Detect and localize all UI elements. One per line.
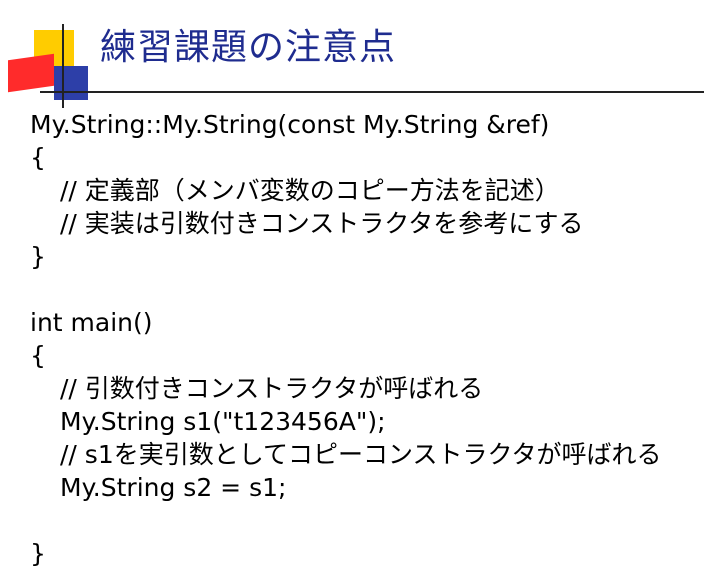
code-line: } <box>30 242 46 271</box>
code-comment: // 実装は引数付きコンストラクタを参考にする <box>60 209 584 238</box>
code-comment: // 引数付きコンストラクタが呼ばれる <box>60 374 484 403</box>
slide-title: 練習課題の注意点 <box>100 27 397 68</box>
code-line: { <box>30 341 46 370</box>
code-line: My.String s1("t123456A"); <box>60 407 386 436</box>
decor-blue-square <box>54 66 88 100</box>
code-line: My.String s2 = s1; <box>60 473 287 502</box>
code-line: } <box>30 539 46 568</box>
code-comment: // s1を実引数としてコピーコンストラクタが呼ばれる <box>60 440 662 469</box>
code-block: My.String::My.String(const My.String &re… <box>30 108 710 570</box>
decor-vertical-rule <box>62 24 64 108</box>
code-comment: // 定義部（メンバ変数のコピー方法を記述） <box>60 176 560 205</box>
code-line: { <box>30 143 46 172</box>
code-line: int main() <box>30 308 153 337</box>
decor-red-bar <box>8 53 54 93</box>
code-line: My.String::My.String(const My.String &re… <box>30 110 550 139</box>
title-underline <box>40 91 704 93</box>
